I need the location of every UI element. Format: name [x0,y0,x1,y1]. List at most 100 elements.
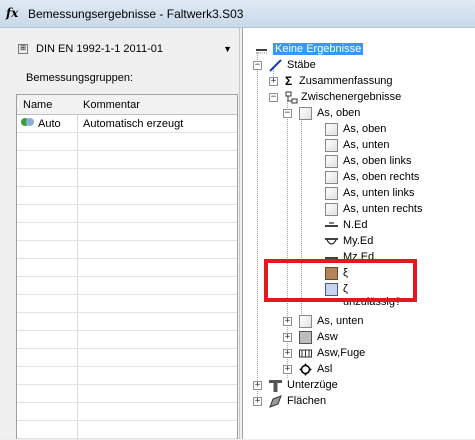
tree-node-label: As, oben links [343,155,412,167]
as-unten-icon [325,139,338,152]
tree-node-as-unten[interactable]: As, unten [313,138,473,154]
dotted-line-icon [256,49,267,54]
tree-node-label: Unterzüge [287,379,338,391]
table-row-empty[interactable] [17,349,237,367]
tree-node-label: Asw,Fuge [317,347,366,359]
hierarchy-icon [285,91,298,104]
tree-node-label: Keine Ergebnisse [273,43,364,55]
tree-node-as-unten-links[interactable]: As, unten links [313,186,473,202]
tree-node-label: Asw [317,331,338,343]
tree-node-asl[interactable]: + Asl [277,362,473,378]
reinforcement-bottom-icon [299,315,312,328]
highlight-box [264,259,417,302]
expand-toggle[interactable]: + [283,365,292,374]
tree-node-label: Zusammenfassung [299,75,393,87]
tree-node-label: My.Ed [343,235,374,247]
reinforcement-top-icon [299,107,312,120]
table-row[interactable]: Auto Automatisch erzeugt [17,115,237,133]
tree-node-asw[interactable]: + Asw [277,330,473,346]
row-comment: Automatisch erzeugt [83,118,184,130]
tree-node-staebe[interactable]: − Stäbe [247,58,467,74]
left-pane: ⊞ DIN EN 1992-1-1 2011-01 ▼ Bemessungsgr… [0,28,240,440]
member-line-icon [269,59,282,72]
tree-node-label: Asl [317,363,333,375]
tree-node-label: Stäbe [287,59,316,71]
as-unten-links-icon [325,187,338,200]
table-row-empty[interactable] [17,367,237,385]
as-oben-rechts-icon [325,171,338,184]
norm-select[interactable]: ⊞ DIN EN 1992-1-1 2011-01 ▼ [14,40,238,60]
table-row-empty[interactable] [17,187,237,205]
table-row-empty[interactable] [17,277,237,295]
table-row-empty[interactable] [17,403,237,421]
table-row-empty[interactable] [17,205,237,223]
norm-icon: ⊞ [18,44,28,54]
tree-node-no-results[interactable]: Keine Ergebnisse [253,42,473,58]
table-row-empty[interactable] [17,133,237,151]
tree-node-label: Zwischenergebnisse [301,91,402,103]
table-row-empty[interactable] [17,421,237,439]
window-title: Bemessungsergebnisse - Faltwerk3.S03 [28,7,244,21]
tree-node-label: N.Ed [343,219,368,231]
as-oben-icon [325,123,338,136]
norm-select-value: DIN EN 1992-1-1 2011-01 [36,43,163,55]
table-row-empty[interactable] [17,259,237,277]
tree-node-zusammenfassung[interactable]: + Σ Zusammenfassung [263,74,473,90]
tree-node-zwischenergebnisse[interactable]: − Zwischenergebnisse [263,90,473,106]
tree-node-label: Flächen [287,395,327,407]
expand-toggle[interactable]: + [253,397,262,406]
tree-node-flaechen[interactable]: + Flächen [247,394,467,410]
row-name: Auto [38,118,61,130]
moment-y-icon [325,238,338,245]
chevron-down-icon[interactable]: ▼ [223,44,232,54]
function-icon: fx [6,6,19,20]
table-row-empty[interactable] [17,241,237,259]
tree-node-label: As, unten [317,315,364,327]
tree-node-unterzuege[interactable]: + Unterzüge [247,378,467,394]
expand-toggle[interactable]: + [283,317,292,326]
groups-table[interactable]: Name Kommentar Auto Automatisch erzeugt [16,94,238,440]
as-unten-rechts-icon [325,203,338,216]
tree-node-asw-fuge[interactable]: + Asw,Fuge [277,346,473,362]
joint-reinforcement-icon [299,349,312,358]
table-row-empty[interactable] [17,295,237,313]
table-row-empty[interactable] [17,223,237,241]
sigma-icon: Σ [285,74,293,88]
title-bar[interactable]: fx Bemessungsergebnisse - Faltwerk3.S03 [0,0,475,28]
tree-node-my-ed[interactable]: My.Ed [313,234,473,250]
tree-node-label: As, oben [317,107,361,119]
dialog-window: fx Bemessungsergebnisse - Faltwerk3.S03 … [0,0,475,440]
tree-node-label: As, unten [343,139,390,151]
tree-node-as-unten-rechts[interactable]: As, unten rechts [313,202,473,218]
expand-toggle[interactable]: + [283,333,292,342]
table-row-empty[interactable] [17,151,237,169]
expand-toggle[interactable]: + [283,349,292,358]
normal-force-icon [325,222,338,227]
expand-toggle[interactable]: + [269,77,278,86]
results-tree[interactable]: Keine Ergebnisse − Stäbe + Σ Zusammenfas… [242,28,475,439]
tree-node-label: As, unten links [343,187,415,199]
tree-node-n-ed[interactable]: N.Ed [313,218,473,234]
tree-node-as-oben-links[interactable]: As, oben links [313,154,473,170]
tree-node-as-oben[interactable]: As, oben [313,122,473,138]
collapse-toggle[interactable]: − [269,93,278,102]
shear-reinforcement-icon [299,331,312,344]
table-row-empty[interactable] [17,313,237,331]
collapse-toggle[interactable]: − [253,61,262,70]
background-window-ghost [398,3,475,25]
table-row-empty[interactable] [17,169,237,187]
table-row-empty[interactable] [17,385,237,403]
tree-node-as-unten-group[interactable]: + As, unten [277,314,473,330]
tree-node-as-oben-group[interactable]: − As, oben [277,106,473,122]
tree-node-label: As, unten rechts [343,203,423,215]
t-beam-icon [269,380,282,392]
column-header-comment[interactable]: Kommentar [83,99,140,111]
status-icon [21,118,35,126]
expand-toggle[interactable]: + [253,381,262,390]
collapse-toggle[interactable]: − [283,109,292,118]
column-header-name[interactable]: Name [23,99,52,111]
table-row-empty[interactable] [17,331,237,349]
as-oben-links-icon [325,155,338,168]
groups-label: Bemessungsgruppen: [26,72,134,84]
tree-node-as-oben-rechts[interactable]: As, oben rechts [313,170,473,186]
